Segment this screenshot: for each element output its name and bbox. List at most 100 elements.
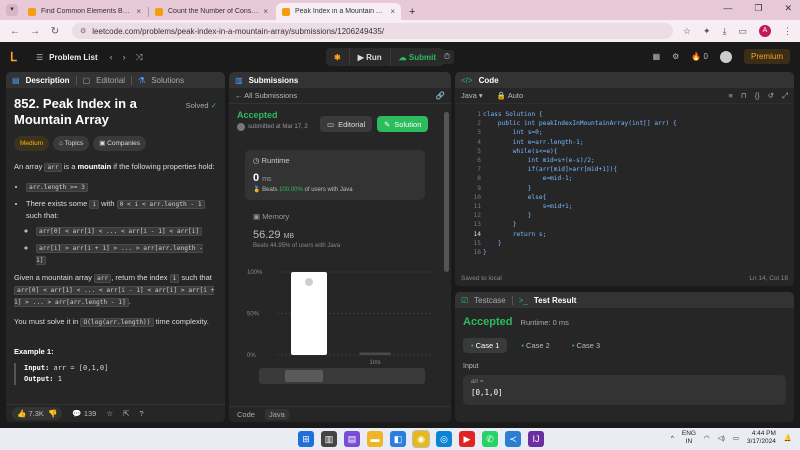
next-problem-icon[interactable]: ›	[123, 52, 126, 63]
bookmark-star-icon[interactable]: ☆	[683, 26, 691, 37]
code-line[interactable]: return s;	[483, 230, 547, 239]
close-icon[interactable]: ×	[136, 7, 141, 16]
tab-solutions[interactable]: Solutions	[151, 76, 184, 85]
code-line[interactable]: }	[483, 184, 532, 193]
problem-title[interactable]: 852. Peak Index in a Mountain Array	[14, 96, 164, 128]
topics-chip[interactable]: ⌂ Topics	[53, 136, 90, 151]
edge-icon[interactable]: ◎	[436, 431, 452, 447]
fullscreen-icon[interactable]: ⤢	[782, 91, 788, 101]
link-icon[interactable]: 🔗	[436, 91, 445, 100]
braces-icon[interactable]: {}	[755, 91, 760, 101]
all-submissions-link[interactable]: ← All Submissions	[235, 91, 297, 100]
code-title[interactable]: Code	[479, 76, 499, 85]
menu-icon[interactable]: ⋮	[783, 26, 792, 37]
tab-testcase[interactable]: Testcase	[474, 296, 506, 305]
file-explorer-icon[interactable]: ▬	[367, 431, 383, 447]
difficulty-badge[interactable]: Medium	[14, 136, 50, 151]
code-line[interactable]: int s=0;	[483, 128, 543, 137]
case-2-tab[interactable]: • Case 2	[513, 338, 557, 353]
companies-chip[interactable]: ▣ Companies	[93, 136, 147, 151]
submit-button[interactable]: ☁ Submit	[389, 48, 444, 66]
premium-button[interactable]: Premium	[743, 49, 790, 64]
settings-icon[interactable]: ⚙	[672, 52, 679, 61]
intellij-icon[interactable]: IJ	[528, 431, 544, 447]
tab-search-icon[interactable]: ▾	[6, 4, 18, 16]
share-icon[interactable]: ⇱	[123, 409, 129, 418]
chart-range-slider[interactable]	[259, 368, 425, 384]
close-icon[interactable]: ×	[390, 7, 395, 16]
widgets-icon[interactable]: ▤	[344, 431, 360, 447]
run-button[interactable]: ▶ Run	[348, 48, 390, 66]
close-icon[interactable]: ×	[263, 7, 268, 16]
code-line[interactable]: }	[483, 220, 517, 229]
back-icon[interactable]: ←	[8, 26, 22, 37]
minimize-icon[interactable]: —	[723, 3, 732, 14]
url-field[interactable]: ⚙ leetcode.com/problems/peak-index-in-a-…	[72, 23, 673, 39]
reload-icon[interactable]: ↻	[48, 26, 62, 37]
debug-icon[interactable]: ✱	[326, 48, 349, 66]
prev-problem-icon[interactable]: ‹	[110, 52, 113, 63]
timer-icon[interactable]: ⏱	[440, 50, 454, 64]
favorite-star-icon[interactable]: ☆	[106, 409, 113, 418]
site-info-icon[interactable]: ⚙	[80, 27, 86, 35]
whatsapp-icon[interactable]: ✆	[482, 431, 498, 447]
code-line[interactable]: if(arr[mid]>arr[mid+1]){	[483, 165, 617, 174]
tab-test-result[interactable]: Test Result	[534, 296, 577, 305]
code-line[interactable]: public int peakIndexInMountainArray(int[…	[483, 119, 677, 128]
youtube-icon[interactable]: ▶	[459, 431, 475, 447]
auto-mode-toggle[interactable]: 🔒 Auto	[497, 91, 523, 100]
code-editor[interactable]: 1 class Solution {2 public int peakIndexI…	[455, 106, 794, 266]
code-line[interactable]: }	[483, 239, 502, 248]
tray-chevron-icon[interactable]: ^	[671, 435, 674, 442]
code-line[interactable]: }	[483, 248, 487, 257]
slider-window[interactable]	[285, 370, 323, 382]
code-line[interactable]: }	[483, 211, 532, 220]
submissions-title[interactable]: Submissions	[249, 76, 299, 85]
volume-icon[interactable]: ◁)	[718, 434, 725, 442]
sidebar-icon[interactable]: ▭	[738, 26, 747, 37]
task-view-icon[interactable]: ▥	[321, 431, 337, 447]
problem-list-button[interactable]: ☰ Problem List	[36, 53, 98, 62]
new-tab-button[interactable]: +	[409, 4, 415, 20]
like-button[interactable]: 👍 7.3K 👎	[12, 407, 63, 420]
memory-card[interactable]: ▣ Memory 56.29 MB Beats 44.95% of users …	[253, 212, 340, 249]
close-window-icon[interactable]: ✕	[784, 3, 792, 14]
scrollbar[interactable]	[444, 112, 449, 272]
tab-editorial[interactable]: Editorial	[96, 76, 125, 85]
start-icon[interactable]: ⊞	[298, 431, 314, 447]
format-icon[interactable]: ≡	[728, 91, 732, 101]
battery-icon[interactable]: ▭	[733, 434, 739, 442]
code-line[interactable]: e=mid-1;	[483, 174, 573, 183]
browser-tab-1[interactable]: Find Common Elements Betwe ×	[22, 3, 149, 20]
language-select[interactable]: Java ▾	[461, 91, 483, 100]
download-icon[interactable]: ⤓	[723, 26, 727, 37]
case-1-tab[interactable]: • Case 1	[463, 338, 508, 353]
notification-icon[interactable]: 🔔	[784, 434, 792, 442]
runtime-card[interactable]: ◷ Runtime 0 ms 🏅 Beats 100.00% of users …	[245, 150, 425, 200]
leetcode-logo-icon[interactable]: ᒪ	[10, 50, 22, 64]
forward-icon[interactable]: →	[28, 26, 42, 37]
code-line[interactable]: else{	[483, 193, 547, 202]
profile-avatar[interactable]: A	[759, 25, 771, 37]
layout-icon[interactable]: ▦	[653, 52, 661, 61]
shuffle-icon[interactable]: ⤨	[136, 52, 143, 63]
tab-description[interactable]: Description	[26, 76, 70, 85]
streak-counter[interactable]: 🔥 0	[691, 52, 708, 61]
browser-tab-2[interactable]: Count the Number of Consiste ×	[149, 3, 274, 20]
vscode-icon[interactable]: ≺	[505, 431, 521, 447]
code-tab[interactable]: Code	[237, 410, 255, 419]
extensions-icon[interactable]: ✦	[703, 26, 711, 37]
help-icon[interactable]: ?	[139, 409, 143, 418]
reset-icon[interactable]: ↺	[768, 91, 774, 101]
user-avatar[interactable]	[719, 50, 732, 63]
code-line[interactable]: while(s<=e){	[483, 147, 558, 156]
language-indicator[interactable]: ENG IN	[682, 430, 696, 446]
chrome-icon[interactable]: ◉	[412, 430, 430, 448]
runtime-distribution-chart[interactable]: 100% 50% 0% 1ms	[247, 260, 437, 370]
lang-tab[interactable]: Java	[264, 409, 289, 420]
code-line[interactable]: class Solution {	[483, 110, 543, 119]
wifi-icon[interactable]: ◠	[704, 434, 710, 442]
browser-tab-3[interactable]: Peak Index in a Mountain Arra ×	[276, 3, 401, 20]
solution-button[interactable]: ✎ Solution	[377, 116, 429, 132]
maximize-icon[interactable]: ❐	[754, 3, 762, 14]
